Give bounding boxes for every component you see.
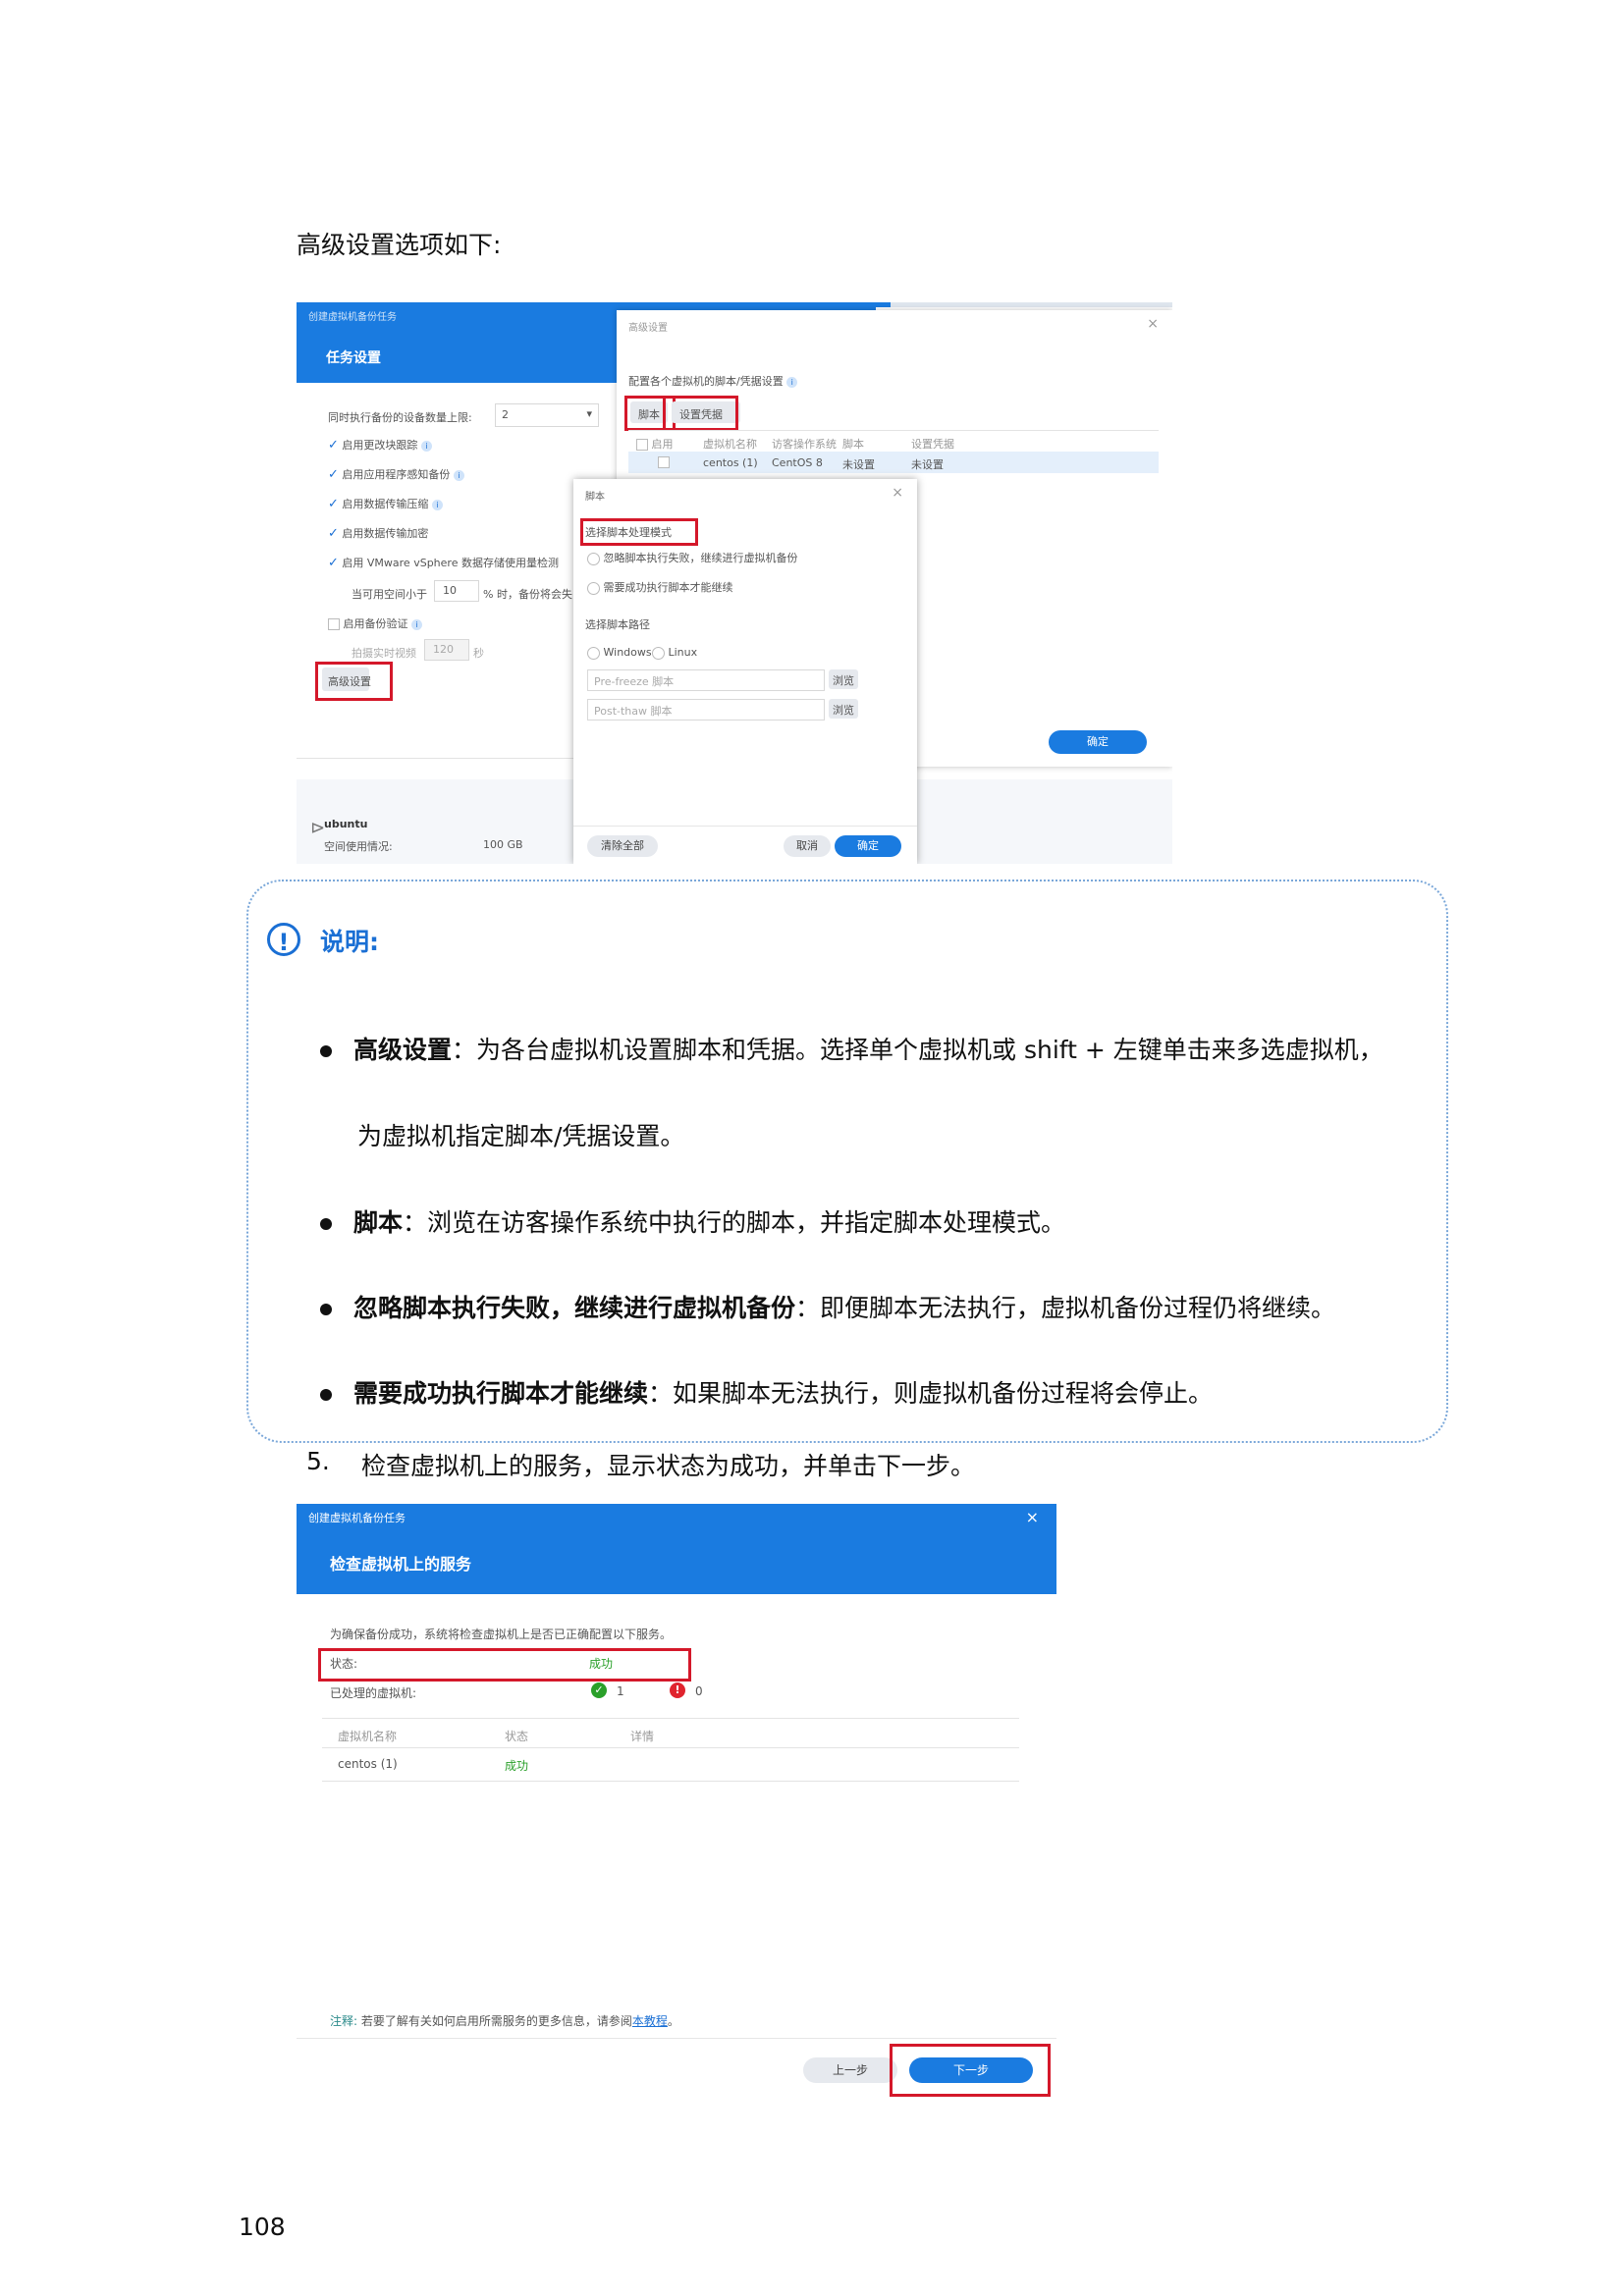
check-services-header: 创建虚拟机备份任务 × 检查虚拟机上的服务 — [297, 1504, 1056, 1594]
device-space-label: 空间使用情况: — [324, 840, 393, 853]
checkbox-app-aware[interactable]: ✓ 启用应用程序感知备份 i — [328, 466, 464, 482]
checkbox-verify[interactable]: 启用备份验证 i — [328, 615, 422, 631]
mode-option-ignore[interactable]: 忽略脚本执行失败，继续进行虚拟机备份 — [587, 550, 798, 565]
highlight-box — [580, 518, 698, 546]
check-icon: ✓ — [328, 438, 339, 453]
script-dialog: 脚本 × 选择脚本处理模式 忽略脚本执行失败，继续进行虚拟机备份 需要成功执行脚… — [573, 479, 917, 864]
highlight-box — [318, 1648, 691, 1682]
info-icon: i — [786, 377, 798, 388]
check-icon: ✓ — [328, 526, 339, 541]
dialog-title: 脚本 — [585, 492, 605, 503]
screenshot-advanced-settings: 创建虚拟机备份任务 任务设置 同时执行备份的设备数量上限: 2 ▾ ✓ 启用更改… — [297, 302, 1172, 864]
post-thaw-input[interactable]: Post-thaw 脚本 — [587, 699, 825, 721]
path-label: 选择脚本路径 — [585, 618, 650, 631]
chevron-down-icon: ▾ — [586, 407, 592, 420]
col-guest-os: 访客操作系统 — [772, 438, 837, 451]
check-icon: ✓ — [328, 497, 339, 511]
vm-device-icon: ⊳ — [310, 818, 326, 838]
success-icon: ✓ — [591, 1682, 607, 1698]
space-input[interactable]: 10 — [434, 580, 479, 602]
note-bullet-advanced: 高级设置：为各台虚拟机设置脚本和凭据。选择单个虚拟机或 shift + 左键单击… — [320, 1031, 1383, 1066]
verify-unit: 秒 — [473, 647, 484, 660]
note-bullet-ignore: 忽略脚本执行失败，继续进行虚拟机备份：即便脚本无法执行，虚拟机备份过程仍将继续。 — [320, 1289, 1335, 1324]
adv-ok-button[interactable]: 确定 — [1049, 730, 1147, 754]
mode-option-require[interactable]: 需要成功执行脚本才能继续 — [587, 579, 733, 595]
col-script: 脚本 — [842, 438, 864, 451]
desc-text: 为确保备份成功，系统将检查虚拟机上是否已正确配置以下服务。 — [330, 1628, 673, 1641]
col-status: 状态 — [505, 1730, 529, 1743]
col-credential: 设置凭据 — [911, 438, 954, 451]
screenshot-check-services: 创建虚拟机备份任务 × 检查虚拟机上的服务 为确保备份成功，系统将检查虚拟机上是… — [297, 1504, 1056, 2105]
header-title: 检查虚拟机上的服务 — [330, 1555, 472, 1574]
verify-sub-label: 拍摄实时视频 — [352, 647, 416, 660]
clear-all-button[interactable]: 清除全部 — [587, 835, 658, 857]
info-icon: i — [411, 619, 422, 630]
device-space-value: 100 GB — [483, 838, 523, 851]
device-name: ubuntu — [324, 818, 368, 830]
space-suffix: % 时，备份将会失 — [483, 588, 572, 601]
panel-title: 高级设置 — [628, 323, 668, 334]
ok-count: 1 — [617, 1684, 624, 1698]
window-title: 创建虚拟机备份任务 — [308, 1512, 406, 1524]
highlight-box — [315, 662, 393, 701]
concurrent-select[interactable]: 2 ▾ — [495, 403, 599, 427]
close-icon[interactable]: × — [892, 485, 903, 501]
close-icon[interactable]: × — [1147, 316, 1159, 332]
info-icon: i — [453, 470, 464, 481]
processed-label: 已处理的虚拟机: — [330, 1686, 417, 1700]
tutorial-link[interactable]: 本教程 — [632, 2014, 668, 2028]
prev-button[interactable]: 上一步 — [803, 2057, 897, 2083]
exclamation-icon: ! — [267, 923, 300, 956]
table-row[interactable]: centos (1) 成功 — [322, 1749, 1019, 1779]
check-icon: ✓ — [328, 556, 339, 570]
window-title: 创建虚拟机备份任务 — [308, 312, 397, 323]
note-bullet-advanced-cont: 为虚拟机指定脚本/凭据设置。 — [357, 1122, 685, 1150]
footnote: 注释: 若要了解有关如何启用所需服务的更多信息，请参阅本教程。 — [330, 2014, 679, 2028]
header-title: 任务设置 — [326, 350, 381, 366]
note-title: 说明: — [320, 928, 379, 956]
checkbox-encrypt[interactable]: ✓ 启用数据传输加密 — [328, 525, 428, 541]
note-bullet-script: 脚本：浏览在访客操作系统中执行的脚本，并指定脚本处理模式。 — [320, 1203, 1065, 1239]
cancel-button[interactable]: 取消 — [784, 835, 831, 857]
close-icon[interactable]: × — [1026, 1508, 1039, 1526]
row-checkbox[interactable] — [658, 456, 670, 468]
checkbox-cbt[interactable]: ✓ 启用更改块跟踪 i — [328, 437, 432, 453]
col-detail: 详情 — [630, 1730, 655, 1743]
error-icon: ! — [670, 1682, 685, 1698]
intro-text: 高级设置选项如下: — [297, 231, 502, 259]
highlight-box — [890, 2044, 1051, 2097]
step-number: 5. — [306, 1447, 330, 1475]
ok-button[interactable]: 确定 — [835, 835, 901, 857]
note-box — [246, 880, 1448, 1443]
page-number: 108 — [239, 2213, 286, 2241]
browse-post-thaw-button[interactable]: 浏览 — [829, 699, 858, 719]
col-enable: 启用 — [636, 436, 674, 452]
table-row[interactable]: centos (1) CentOS 8 未设置 未设置 — [628, 452, 1159, 473]
os-option-linux[interactable]: Linux — [652, 646, 697, 660]
check-icon: ✓ — [328, 467, 339, 482]
info-icon: i — [420, 441, 432, 452]
highlight-box — [663, 396, 738, 431]
os-option-windows[interactable]: Windows — [587, 646, 652, 660]
checkbox-compress[interactable]: ✓ 启用数据传输压缩 i — [328, 496, 443, 511]
info-icon: i — [431, 500, 443, 510]
space-label: 当可用空间小于 — [352, 588, 427, 601]
col-vm-name: 虚拟机名称 — [338, 1730, 398, 1743]
verify-input[interactable]: 120 — [424, 639, 469, 661]
note-bullet-require: 需要成功执行脚本才能继续：如果脚本无法执行，则虚拟机备份过程将会停止。 — [320, 1374, 1213, 1410]
pre-freeze-input[interactable]: Pre-freeze 脚本 — [587, 669, 825, 691]
col-vm-name: 虚拟机名称 — [703, 438, 757, 451]
fail-count: 0 — [695, 1684, 703, 1698]
checkbox-vsphere[interactable]: ✓ 启用 VMware vSphere 数据存储使用量检测 — [328, 555, 559, 570]
panel-subtitle: 配置各个虚拟机的脚本/凭据设置 i — [628, 373, 798, 389]
browse-pre-freeze-button[interactable]: 浏览 — [829, 669, 858, 689]
concurrent-label: 同时执行备份的设备数量上限: — [328, 411, 472, 424]
step-text: 检查虚拟机上的服务，显示状态为成功，并单击下一步。 — [361, 1452, 976, 1480]
